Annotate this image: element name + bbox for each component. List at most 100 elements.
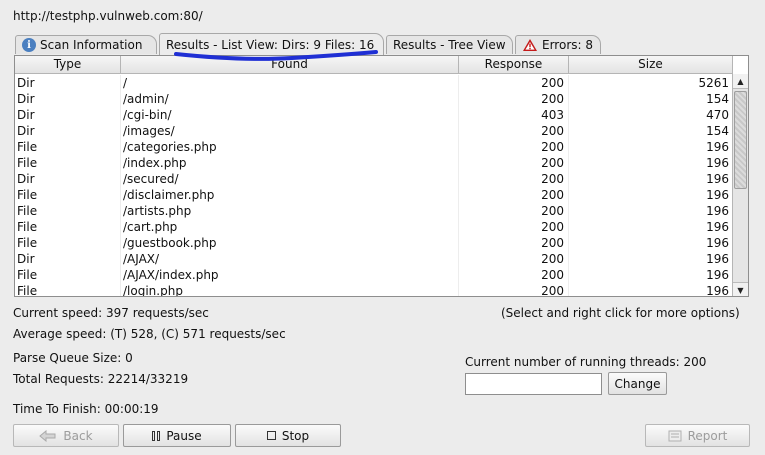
cell-type: File [15,235,121,251]
cell-size: 196 [569,139,733,155]
total-requests: Total Requests: 22214/33219 [13,372,189,386]
cell-response: 200 [459,251,569,267]
tab-bar: i Scan Information Results - List View: … [13,33,753,55]
cell-type: Dir [15,107,121,123]
results-table[interactable]: Type Found Response Size Dir/200 5261 Dir /… [14,55,749,297]
table-row[interactable]: Dir/200 5261 [15,75,733,91]
time-to-finish: Time To Finish: 00:00:19 [13,402,159,416]
scroll-down-arrow-icon[interactable]: ▼ [733,282,748,296]
cell-response: 200 [459,187,569,203]
cell-found: /categories.php [121,139,459,155]
tab-errors[interactable]: Errors: 8 [515,35,601,54]
cell-found: /index.php [121,155,459,171]
cell-response: 200 [459,219,569,235]
table-row[interactable]: Dir/admin/200 154 [15,91,733,107]
change-button-label: Change [614,376,661,391]
cell-found: /cgi-bin/ [121,107,459,123]
cell-type: Dir [15,251,121,267]
table-body: Dir/200 5261 Dir/admin/200 154 Dir/cgi-bin/4… [15,75,733,296]
cell-found: /artists.php [121,203,459,219]
cell-response: 200 [459,91,569,107]
cell-found: /AJAX/ [121,251,459,267]
cell-type: File [15,203,121,219]
cell-found: /guestbook.php [121,235,459,251]
cell-size: 154 [569,91,733,107]
warning-icon [523,39,537,51]
table-row[interactable]: Dir/AJAX/200 196 [15,251,733,267]
threads-input[interactable] [465,373,602,395]
parse-queue-size: Parse Queue Size: 0 [13,351,133,365]
table-row[interactable]: File/cart.php 200 196 [15,219,733,235]
stop-button-label: Stop [281,428,310,443]
back-arrow-icon [39,429,56,442]
tab-label: Scan Information [40,38,143,52]
cell-type: Dir [15,123,121,139]
cell-response: 200 [459,155,569,171]
back-button[interactable]: Back [13,424,119,447]
cell-type: Dir [15,171,121,187]
cell-size: 196 [569,219,733,235]
cell-size: 196 [569,203,733,219]
average-speed: Average speed: (T) 528, (C) 571 requests… [13,327,286,341]
cell-type: File [15,267,121,283]
table-row[interactable]: File/index.php 200 196 [15,155,733,171]
cell-response: 403 [459,107,569,123]
back-button-label: Back [63,428,93,443]
cell-type: Dir [15,91,121,107]
column-header-found[interactable]: Found [121,56,459,74]
cell-response: 200 [459,171,569,187]
cell-response: 200 [459,123,569,139]
tab-results-list-view[interactable]: Results - List View: Dirs: 9 Files: 16 [159,33,384,55]
tab-label: Results - Tree View [393,38,506,52]
table-row[interactable]: File/guestbook.php 200 196 [15,235,733,251]
cell-size: 196 [569,235,733,251]
cell-type: File [15,155,121,171]
tab-scan-information[interactable]: i Scan Information [15,35,157,54]
change-button[interactable]: Change [608,372,667,395]
cell-found: /images/ [121,123,459,139]
info-icon: i [22,38,36,52]
table-row[interactable]: Dir/cgi-bin/403 470 [15,107,733,123]
pause-button[interactable]: Pause [123,424,231,447]
cell-type: File [15,187,121,203]
cell-size: 154 [569,123,733,139]
table-row[interactable]: File/artists.php 200 196 [15,203,733,219]
tab-results-tree-view[interactable]: Results - Tree View [386,35,513,54]
cell-type: File [15,283,121,296]
stop-button[interactable]: Stop [235,424,341,447]
tab-label: Errors: 8 [542,38,593,52]
cell-response: 200 [459,235,569,251]
vertical-scrollbar[interactable]: ▲ ▼ [732,74,748,296]
report-icon [668,430,682,441]
cell-size: 5261 [569,75,733,91]
pause-icon [152,430,161,441]
pause-button-label: Pause [166,428,202,443]
column-header-type[interactable]: Type [15,56,121,74]
current-speed: Current speed: 397 requests/sec [13,306,209,320]
threads-label: Current number of running threads: 200 [465,355,707,369]
cell-found: /secured/ [121,171,459,187]
cell-size: 196 [569,283,733,296]
target-url: http://testphp.vulnweb.com:80/ [13,9,203,23]
cell-size: 196 [569,171,733,187]
table-row[interactable]: File/login.php 200 196 [15,283,733,296]
table-row[interactable]: File/categories.php 200 196 [15,139,733,155]
scroll-up-arrow-icon[interactable]: ▲ [733,74,748,89]
cell-type: File [15,139,121,155]
table-row[interactable]: Dir/images/200 154 [15,123,733,139]
context-hint: (Select and right click for more options… [501,306,740,320]
scroll-thumb[interactable] [734,91,747,189]
tab-label: Results - List View: Dirs: 9 Files: 16 [166,37,375,52]
table-row[interactable]: File/disclaimer.php 200 196 [15,187,733,203]
report-button[interactable]: Report [645,424,750,447]
cell-type: File [15,219,121,235]
cell-size: 196 [569,155,733,171]
cell-size: 196 [569,187,733,203]
column-header-response[interactable]: Response [459,56,569,74]
table-row[interactable]: Dir/secured/200 196 [15,171,733,187]
cell-response: 200 [459,267,569,283]
cell-found: / [121,75,459,91]
cell-found: /disclaimer.php [121,187,459,203]
table-row[interactable]: File/AJAX/index.php 200 196 [15,267,733,283]
column-header-size[interactable]: Size [569,56,733,74]
